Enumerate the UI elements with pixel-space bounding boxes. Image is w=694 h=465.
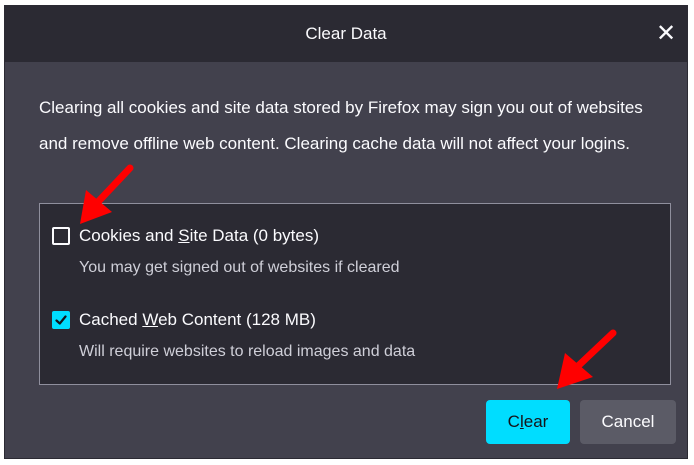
- cache-label[interactable]: Cached Web Content (128 MB): [79, 308, 316, 332]
- cookies-checkbox[interactable]: [52, 227, 70, 245]
- cache-description: Will require websites to reload images a…: [79, 343, 416, 360]
- checkmark-icon: [55, 315, 67, 325]
- cancel-button[interactable]: Cancel: [580, 400, 676, 444]
- clear-data-dialog: Clear Data ✕ Clearing all cookies and si…: [5, 6, 687, 458]
- clear-options-box: Cookies and Site Data (0 bytes) You may …: [39, 203, 671, 385]
- dialog-title: Clear Data: [305, 24, 387, 43]
- cache-checkbox[interactable]: [52, 311, 70, 329]
- dialog-description: Clearing all cookies and site data store…: [39, 98, 643, 153]
- cookies-description: You may get signed out of websites if cl…: [79, 259, 400, 276]
- close-icon[interactable]: ✕: [651, 19, 681, 49]
- clear-button[interactable]: Clear: [486, 400, 570, 444]
- cookies-label[interactable]: Cookies and Site Data (0 bytes): [79, 224, 319, 248]
- dialog-titlebar: Clear Data ✕: [5, 6, 687, 62]
